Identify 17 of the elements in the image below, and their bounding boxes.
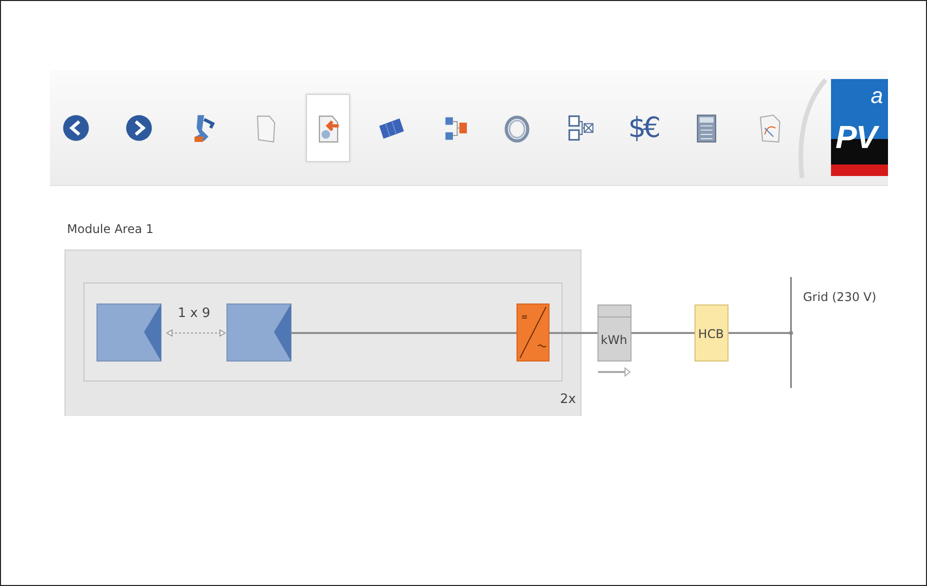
grid-label: Grid (230 V) xyxy=(803,290,876,304)
area-label: Module Area 1 xyxy=(67,222,154,236)
meter-label: kWh xyxy=(600,333,628,347)
back-icon xyxy=(61,112,91,142)
inverter-symbol[interactable] xyxy=(516,304,550,362)
dotted-arrow xyxy=(166,329,226,337)
cable-ring-icon xyxy=(502,112,532,142)
forward-icon xyxy=(124,112,154,142)
logo-letter: a xyxy=(870,82,883,110)
string-size-label: 1 x 9 xyxy=(178,306,210,321)
currency-button[interactable]: $€ xyxy=(621,94,665,162)
breaker-box[interactable] xyxy=(694,304,728,362)
multiplier-label: 2x xyxy=(560,392,576,407)
breaker-label: HCB xyxy=(698,327,724,341)
direction-arrow xyxy=(598,366,631,378)
energy-meter[interactable] xyxy=(598,304,632,362)
toolbar-button[interactable] xyxy=(306,94,350,162)
